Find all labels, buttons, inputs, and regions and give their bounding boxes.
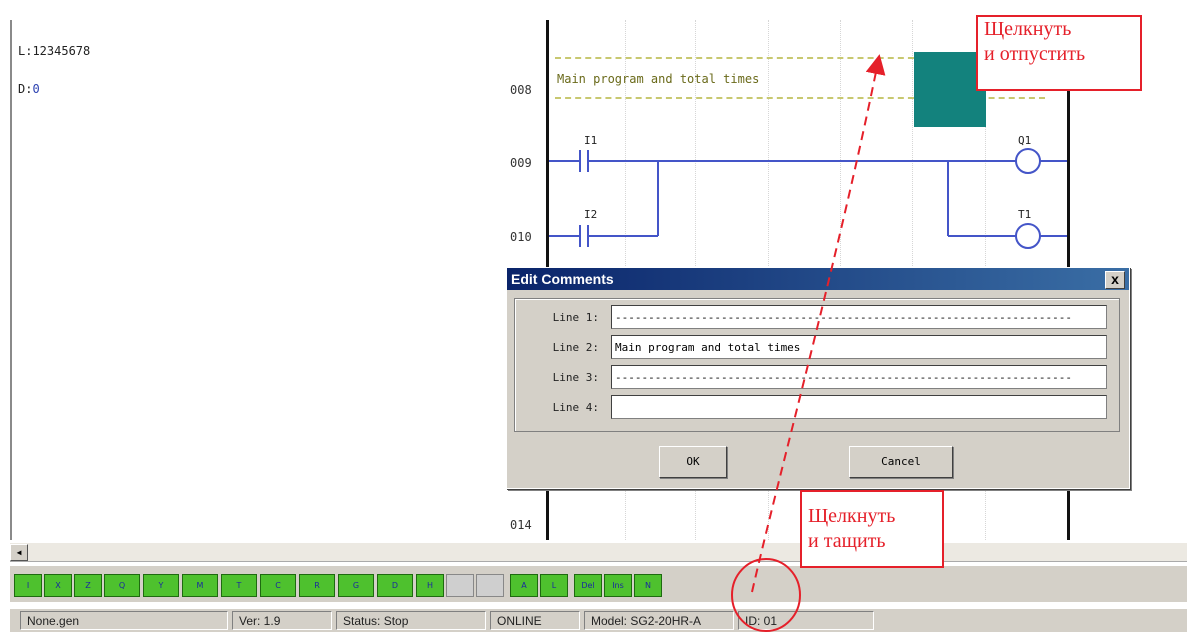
release-callout-line-1: Щелкнуть (984, 18, 1072, 40)
drag-callout-line-1: Щелкнуть (808, 505, 896, 527)
release-callout: Щелкнуть и отпустить (976, 15, 1142, 91)
release-callout-line-2: и отпустить (984, 43, 1086, 65)
drag-callout: Щелкнуть и тащить (800, 490, 944, 568)
drag-callout-line-2: и тащить (808, 530, 886, 552)
drag-arrow-overlay (731, 54, 886, 632)
